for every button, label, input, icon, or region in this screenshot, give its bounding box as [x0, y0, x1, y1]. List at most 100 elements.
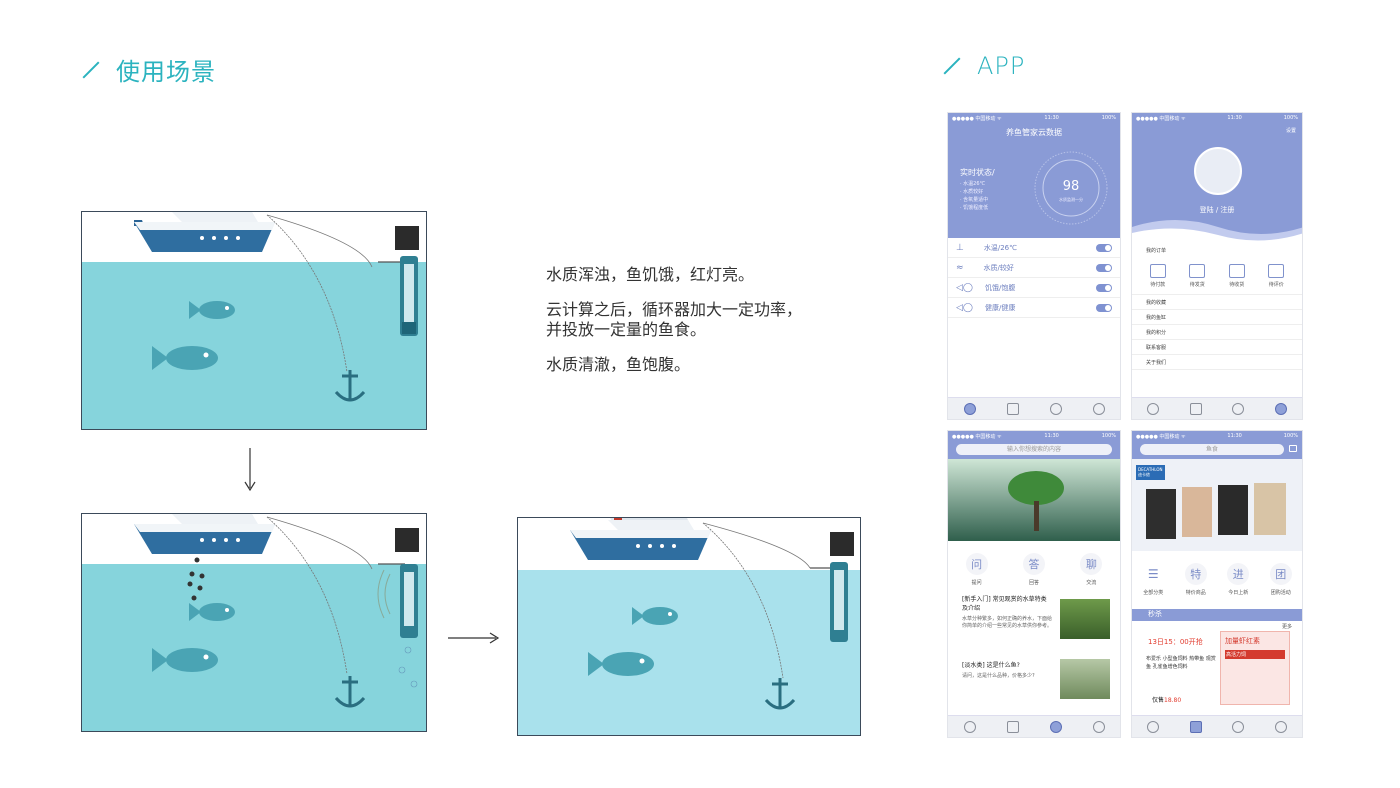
- product-pack: [1146, 489, 1176, 539]
- dashboard-tab-icon[interactable]: [1147, 720, 1160, 733]
- toggle-switch[interactable]: [1096, 283, 1112, 292]
- scene-description: 水质浑浊，鱼饥饿，红灯亮。 云计算之后，循环器加大一定功率， 并投放一定量的鱼食…: [546, 265, 802, 390]
- order-pending-shipment[interactable]: 待发货: [1189, 264, 1206, 288]
- review-icon: [1268, 264, 1285, 278]
- my-orders-row[interactable]: 我的订单: [1132, 243, 1302, 258]
- shop-tab-icon[interactable]: [1006, 402, 1019, 415]
- boat-icon: [134, 514, 275, 554]
- menu-item[interactable]: 我的收藏: [1132, 295, 1302, 310]
- group-icon: 团: [1269, 563, 1292, 585]
- device-box: [395, 528, 419, 552]
- dashboard-tab-icon[interactable]: [1147, 402, 1160, 415]
- banner-image[interactable]: [948, 459, 1120, 541]
- device-box: [830, 532, 854, 556]
- status-bar: ●●●●● 中国移动 ᯤ 11:30 100%: [948, 431, 1120, 441]
- ask-icon: 问: [965, 553, 988, 575]
- status-carrier: ●●●●● 中国移动 ᯤ: [1136, 115, 1186, 122]
- app-title: 养鱼管家云数据: [1006, 128, 1062, 137]
- status-bar: ●●●●● 中国移动 ᯤ 11:30 100%: [1132, 431, 1302, 441]
- sensor-row-temp[interactable]: ⊥ 水温/26℃: [948, 238, 1120, 258]
- status-bar: ●●●●● 中国移动 ᯤ 11:30 100%: [1132, 113, 1302, 123]
- profile-tab-icon[interactable]: [1274, 720, 1287, 733]
- scene-title-text: 使用场景: [116, 58, 216, 86]
- quick-new[interactable]: 进今日上新: [1227, 563, 1250, 596]
- toggle-switch[interactable]: [1096, 243, 1112, 252]
- community-tab-icon[interactable]: [1232, 720, 1245, 733]
- quick-group[interactable]: 团团购活动: [1269, 563, 1292, 596]
- quick-actions: ☰ 全部分类 特特价商品 进今日上新 团团购活动: [1132, 551, 1302, 604]
- product-pack: [1254, 483, 1286, 535]
- quick-chat[interactable]: 聊交流: [1080, 553, 1103, 586]
- profile-header: ●●●●● 中国移动 ᯤ 11:30 100% 设置 登陆 / 注册: [1132, 113, 1302, 243]
- box-icon: [1189, 264, 1206, 278]
- quick-label: 特价商品: [1185, 590, 1206, 596]
- profile-tab-icon[interactable]: [1092, 720, 1105, 733]
- toggle-switch[interactable]: [1096, 263, 1112, 272]
- order-pending-payment[interactable]: 待付款: [1149, 264, 1166, 288]
- slash-icon: [82, 61, 100, 78]
- article-item[interactable]: [新手入门] 常见观赏的水草特类及介绍 水草分种繁多，如何正确的养水，下面给你简…: [962, 595, 1052, 630]
- status-carrier: ●●●●● 中国移动 ᯤ: [952, 433, 1002, 440]
- article-summary: 水草分种繁多，如何正确的养水，下面给你简单的介绍一些常见的水草供你参考。: [962, 616, 1053, 629]
- toggle-switch[interactable]: [1096, 303, 1112, 312]
- boat-icon: [134, 212, 275, 252]
- menu-item[interactable]: 关于我们: [1132, 355, 1302, 370]
- quick-label: 团购活动: [1270, 590, 1291, 596]
- article-thumbnail[interactable]: [1060, 659, 1110, 699]
- community-tab-icon[interactable]: [1049, 402, 1062, 415]
- phone-dashboard: ●●●●● 中国移动 ᯤ 11:30 100% 养鱼管家云数据 实时状态/ · …: [947, 112, 1121, 420]
- category-list[interactable]: ☰ 全部分类: [1142, 563, 1164, 596]
- water-icon: ≈: [956, 262, 964, 273]
- anchor-icon: [764, 678, 796, 710]
- article-thumbnail[interactable]: [1060, 599, 1110, 639]
- product-image[interactable]: 加量虾红素 高活力饲: [1220, 631, 1290, 705]
- phone-profile: ●●●●● 中国移动 ᯤ 11:30 100% 设置 登陆 / 注册 我的订单 …: [1131, 112, 1303, 420]
- more-link[interactable]: 更多: [1282, 623, 1292, 630]
- answer-icon: 答: [1022, 553, 1045, 575]
- down-arrow-icon: [244, 448, 256, 492]
- login-link[interactable]: 登陆 / 注册: [1132, 205, 1302, 215]
- desc-line-4: 水质清澈，鱼饱腹。: [546, 355, 691, 374]
- sensor-row-health[interactable]: ◁◯ 健康/健康: [948, 298, 1120, 318]
- quick-label: 提问: [971, 580, 982, 586]
- profile-tab-icon[interactable]: [1274, 402, 1287, 415]
- gauge-caption: 水质监测一分: [1059, 197, 1083, 202]
- boat-icon: [570, 518, 711, 560]
- search-input[interactable]: 鱼食: [1140, 444, 1284, 455]
- product-pack: [1182, 487, 1212, 537]
- sensor-row-hunger[interactable]: ◁◯ 饥饿/饱腹: [948, 278, 1120, 298]
- profile-tab-icon[interactable]: [1092, 402, 1105, 415]
- banner-image[interactable]: DECATHLON 迪卡侬: [1132, 459, 1302, 551]
- sensor-row-quality[interactable]: ≈ 水质/较好: [948, 258, 1120, 278]
- quick-answer[interactable]: 答回答: [1022, 553, 1045, 586]
- shop-tab-icon[interactable]: [1189, 402, 1202, 415]
- community-tab-icon[interactable]: [1049, 720, 1062, 733]
- list-icon: ☰: [1147, 567, 1159, 581]
- app-section-title: APP: [941, 52, 1025, 80]
- desc-line-2: 云计算之后，循环器加大一定功率，: [546, 300, 803, 319]
- camera-icon[interactable]: [1289, 445, 1297, 452]
- quick-ask[interactable]: 问提问: [965, 553, 988, 586]
- avatar[interactable]: [1194, 147, 1242, 195]
- menu-item[interactable]: 我的积分: [1132, 325, 1302, 340]
- price-value: 18.80: [1164, 697, 1182, 704]
- shop-tab-icon[interactable]: [1189, 720, 1202, 733]
- settings-link[interactable]: 设置: [1286, 127, 1296, 134]
- quick-special[interactable]: 特特价商品: [1184, 563, 1207, 596]
- shop-tab-icon[interactable]: [1006, 720, 1019, 733]
- search-input[interactable]: 输入你想搜索的内容: [956, 444, 1112, 455]
- thermometer-icon: ⊥: [956, 242, 964, 253]
- order-pending-review[interactable]: 待评价: [1268, 264, 1285, 288]
- article-item[interactable]: [淡水类] 这是什么鱼? 请问，这是什么品种，价格多少?: [962, 661, 1052, 680]
- community-tab-icon[interactable]: [1232, 402, 1245, 415]
- fish-icon: [588, 652, 654, 676]
- scene-murky: [81, 211, 427, 430]
- menu-item[interactable]: 联系客服: [1132, 340, 1302, 355]
- order-pending-receipt[interactable]: 待收货: [1228, 264, 1245, 288]
- dashboard-tab-icon[interactable]: [963, 402, 976, 415]
- quick-actions: 问提问 答回答 聊交流: [948, 541, 1120, 596]
- status-time: 11:30: [1227, 433, 1242, 439]
- dashboard-tab-icon[interactable]: [963, 720, 976, 733]
- menu-item[interactable]: 我的鱼缸: [1132, 310, 1302, 325]
- gauge-value: 98: [1062, 179, 1080, 194]
